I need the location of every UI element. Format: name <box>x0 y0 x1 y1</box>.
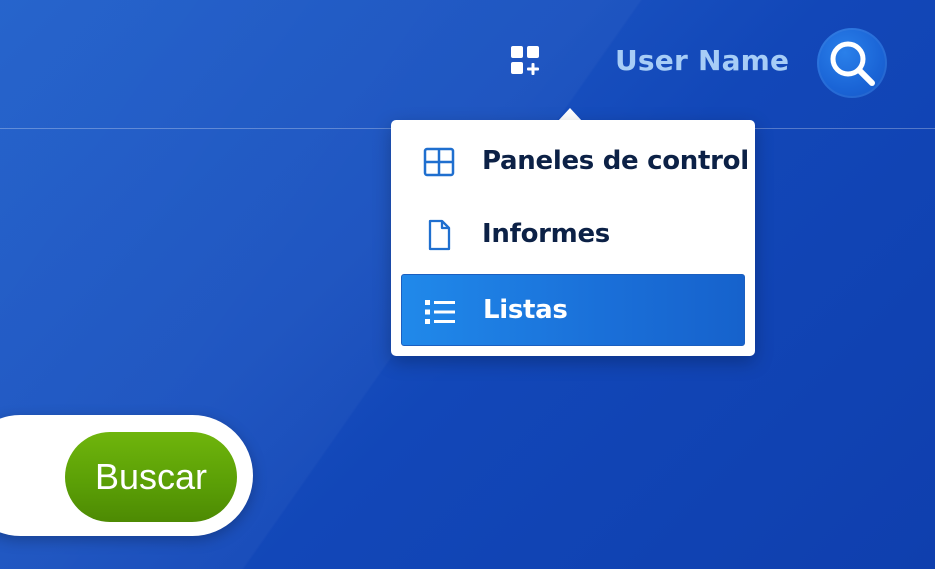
apps-add-icon[interactable] <box>508 44 542 78</box>
menu-item-label: Paneles de control <box>482 146 749 176</box>
dashboard-grid-icon <box>423 146 455 178</box>
buscar-button[interactable]: Buscar <box>65 432 237 522</box>
search-button[interactable] <box>817 28 887 98</box>
document-icon <box>423 219 455 251</box>
menu-item-lists[interactable]: Listas <box>401 274 745 346</box>
menu-item-label: Listas <box>483 295 568 325</box>
menu-item-reports[interactable]: Informes <box>401 198 745 270</box>
top-bar: User Name <box>0 0 935 129</box>
list-icon <box>424 296 456 328</box>
user-name-link[interactable]: User Name <box>615 43 789 79</box>
apps-dropdown-menu: Paneles de control Informes Listas <box>391 120 755 356</box>
search-icon <box>830 41 875 86</box>
menu-item-label: Informes <box>482 219 610 249</box>
menu-item-dashboards[interactable]: Paneles de control <box>401 125 749 197</box>
